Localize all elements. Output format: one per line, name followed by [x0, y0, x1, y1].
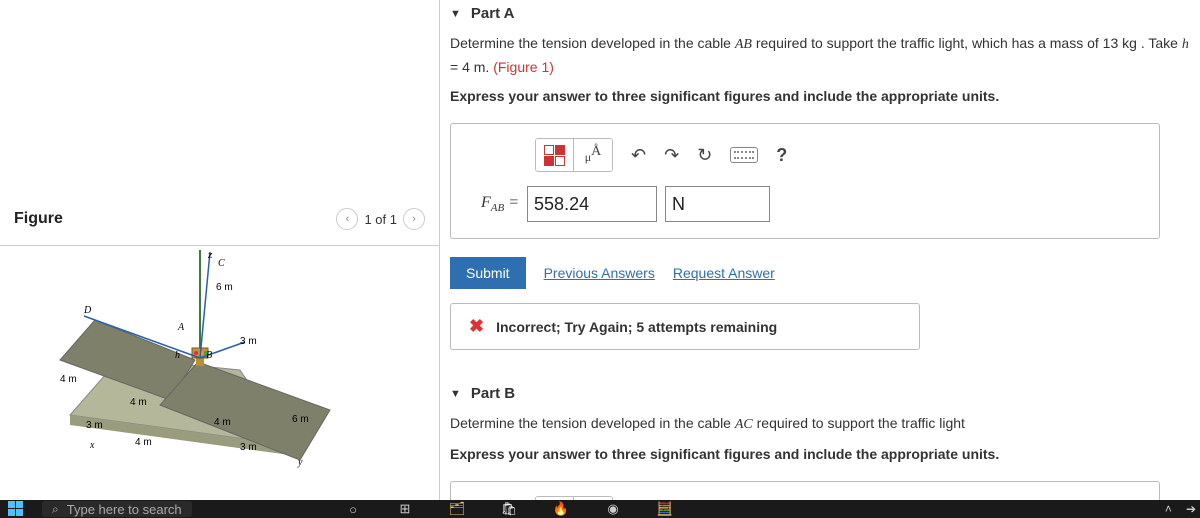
svg-text:4 m: 4 m [214, 417, 231, 428]
svg-text:4 m: 4 m [135, 437, 152, 448]
svg-text:3 m: 3 m [240, 336, 257, 347]
figure-title: Figure [14, 210, 63, 228]
figure-1-link[interactable]: (Figure 1) [493, 59, 554, 75]
fab-label: FAB = [481, 194, 519, 214]
svg-text:6 m: 6 m [292, 414, 309, 425]
pager-next-button[interactable]: › [403, 208, 425, 230]
reset-icon[interactable]: ↻ [697, 145, 712, 166]
tray-expand-icon[interactable]: ˄ [1165, 502, 1172, 516]
calc-icon[interactable]: 🧮 [657, 501, 673, 517]
cortana-icon[interactable]: ○ [345, 501, 361, 517]
windows-taskbar: ⌕ Type here to search ○ ⊞ 🗂 🛍 🔥 ◉ 🧮 ˄ ➔ [0, 500, 1200, 518]
part-b-header[interactable]: ▼ Part B [450, 380, 1190, 412]
svg-text:3 m: 3 m [240, 442, 257, 453]
part-b-answer-area: μÅ ↶ ↷ ↻ ? FAC = [450, 481, 1160, 500]
chrome-icon[interactable]: ◉ [605, 501, 621, 517]
template-toolbar: μÅ [535, 138, 613, 172]
svg-text:4 m: 4 m [130, 397, 147, 408]
svg-text:h: h [175, 350, 180, 361]
part-a-prompt: Determine the tension developed in the c… [450, 32, 1190, 85]
part-a-instructions: Express your answer to three significant… [450, 85, 1190, 113]
units-mu-button[interactable]: μÅ [574, 139, 612, 171]
store-icon[interactable]: 🛍 [501, 501, 517, 517]
taskbar-search-text: Type here to search [67, 502, 182, 517]
feedback-box: ✖ Incorrect; Try Again; 5 attempts remai… [450, 303, 920, 350]
part-b-title: Part B [471, 385, 515, 402]
help-icon[interactable]: ? [776, 145, 787, 166]
undo-icon[interactable]: ↶ [631, 145, 646, 166]
templates-button[interactable] [536, 139, 574, 171]
figure-pager: ‹ 1 of 1 › [336, 208, 425, 230]
part-b-prompt: Determine the tension developed in the c… [450, 412, 1190, 442]
svg-text:A: A [177, 322, 185, 333]
svg-text:D: D [83, 305, 92, 316]
svg-text:3 m: 3 m [86, 420, 103, 431]
pager-text: 1 of 1 [364, 212, 397, 227]
figure-divider [0, 245, 439, 246]
incorrect-icon: ✖ [469, 316, 484, 337]
tray-arrow-icon[interactable]: ➔ [1186, 502, 1196, 516]
previous-answers-link[interactable]: Previous Answers [544, 265, 655, 281]
part-a-answer-area: μÅ ↶ ↷ ↻ ? FAB = [450, 123, 1160, 239]
svg-text:4 m: 4 m [60, 374, 77, 385]
part-a-title: Part A [471, 5, 515, 22]
redo-icon[interactable]: ↷ [664, 145, 679, 166]
taskbar-search[interactable]: ⌕ Type here to search [42, 501, 192, 517]
explorer-icon[interactable]: 🗂 [449, 501, 465, 517]
fab-unit-input[interactable] [665, 186, 770, 222]
svg-text:B: B [206, 350, 212, 361]
taskview-icon[interactable]: ⊞ [397, 501, 413, 517]
keyboard-icon[interactable] [730, 147, 758, 163]
svg-text:z: z [207, 250, 213, 261]
figure-diagram: z C 6 m D 3 m A B h 4 m 4 m 3 m 4 m 4 m … [40, 250, 360, 480]
caret-down-icon: ▼ [450, 8, 461, 20]
svg-text:x: x [89, 440, 95, 451]
svg-text:C: C [218, 258, 225, 269]
request-answer-link[interactable]: Request Answer [673, 265, 775, 281]
search-icon: ⌕ [52, 502, 59, 517]
svg-text:6 m: 6 m [216, 282, 233, 293]
part-b-instructions: Express your answer to three significant… [450, 443, 1190, 471]
firefox-icon[interactable]: 🔥 [553, 501, 569, 517]
submit-button[interactable]: Submit [450, 257, 526, 289]
pager-prev-button[interactable]: ‹ [336, 208, 358, 230]
feedback-text: Incorrect; Try Again; 5 attempts remaini… [496, 319, 777, 335]
start-button[interactable] [8, 501, 24, 517]
svg-text:y: y [297, 457, 303, 468]
fab-value-input[interactable] [527, 186, 657, 222]
caret-down-icon: ▼ [450, 388, 461, 400]
part-a-header[interactable]: ▼ Part A [450, 0, 1190, 32]
